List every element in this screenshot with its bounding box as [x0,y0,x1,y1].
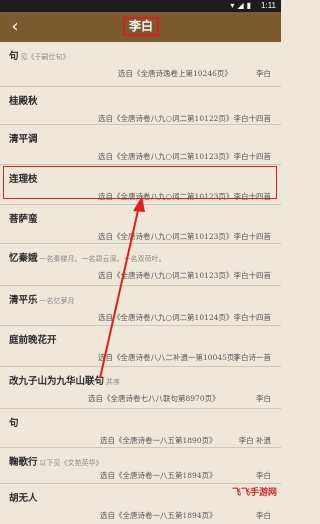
poem-title: 胡无人 [9,493,38,504]
battery-icon: ▮ [246,1,251,10]
poem-source: 选自《全唐诗卷一八五第1894页》 [100,511,217,520]
poem-item[interactable]: 桂殿秋 选自《全唐诗卷八九○词二第10122页》 李白十四首 [0,87,281,125]
poem-author: 李白十四首 [233,192,272,201]
poem-source: 选自《全唐诗卷八九○词二第10122页》 [98,114,234,123]
poem-title: 庭前晚花开 [9,335,57,346]
poem-item[interactable]: 清平乐 一名忆萝月 选自《全唐诗卷八九○词二第10124页》 李白十四首 [0,286,281,326]
poem-title: 句见《于嗣仕句》 [9,51,70,62]
poem-title: 连理枝 [9,174,38,185]
watermark-logo: 飞飞手游网 [231,488,277,498]
poem-author: 李白 [256,471,271,480]
poem-source: 选自《全唐诗卷八九○词二第10123页》 [98,152,234,161]
app-header: ‹ 李白 [0,12,281,42]
poem-author: 李白 补遗 [238,436,271,445]
poem-title: 句 [9,418,19,429]
poem-source: 选自《全唐诗卷一八五第1890页》 [100,436,217,445]
poem-title: 改九子山为九华山联句 并序 [9,376,121,387]
poem-item[interactable]: 鞠歌行 以下见《文苑英华》 选自《全唐诗卷一八五第1894页》 李白 [0,448,281,484]
poem-source: 选自《全唐诗卷八九○词二第10123页》 [98,232,234,241]
poem-title: 桂殿秋 [9,96,38,107]
poem-source: 选自《全唐诗卷八九○词二第10123页》 [98,271,234,280]
poem-title: 菩萨蛮 [9,214,38,225]
poem-source: 选自《全唐诗卷一八五第1894页》 [100,471,217,480]
poem-source: 选自《全唐诗卷八八二补遗一第10045页》 [98,353,242,362]
back-chevron-icon[interactable]: ‹ [5,15,25,39]
poem-item[interactable]: 忆秦娥 一名秦楼月。一名碧云深。一名双荷叶。 选自《全唐诗卷八九○词二第10123… [0,244,281,286]
poem-item[interactable]: 句见《于嗣仕句》 选自《全唐诗逸卷上第10246页》 李白 [0,42,281,87]
poem-author: 李白 [256,511,271,520]
poem-title: 鞠歌行 以下见《文苑英华》 [9,457,103,468]
poem-item[interactable]: 改九子山为九华山联句 并序 选自《全唐诗卷七八八联句第8970页》 李白 [0,367,281,409]
poem-author: 李白诗一首 [233,353,272,362]
poem-author: 李白十四首 [233,271,272,280]
status-time: 1:11 [261,1,276,10]
poem-note: 一名秦楼月。一名碧云深。一名双荷叶。 [39,255,166,263]
poem-item[interactable]: 句 选自《全唐诗卷一八五第1890页》 李白 补遗 [0,409,281,448]
poem-title: 清平调 [9,134,38,145]
poem-author: 李白十四首 [233,232,272,241]
poem-source: 选自《全唐诗卷八九○词二第10124页》 [98,313,234,322]
signal-icon: ◢ [237,1,244,10]
poem-source: 选自《全唐诗逸卷上第10246页》 [118,69,232,78]
poem-note: 一名忆萝月 [39,297,75,305]
poem-note: 见《于嗣仕句》 [20,53,70,61]
poem-source: 选自《全唐诗卷七八八联句第8970页》 [88,394,220,403]
poem-author: 李白十四首 [233,313,272,322]
page-title: 李白 [123,17,159,36]
wifi-icon: ▾ [230,1,235,10]
poem-item[interactable]: 清平调 选自《全唐诗卷八九○词二第10123页》 李白十四首 [0,125,281,165]
status-icons: ▾ ◢ ▮ [230,1,251,10]
poem-item[interactable]: 庭前晚花开 选自《全唐诗卷八八二补遗一第10045页》 李白诗一首 [0,326,281,367]
poem-author: 李白十四首 [233,152,272,161]
poem-note: 以下见《文苑英华》 [39,459,103,467]
poem-source: 选自《全唐诗卷八九○词二第10123页》 [98,192,234,201]
poem-author: 李白十四首 [233,114,272,123]
poem-author: 李白 [256,394,271,403]
poem-title: 清平乐 一名忆萝月 [9,295,75,306]
poem-note: 并序 [106,378,121,386]
status-bar: ▾ ◢ ▮ 1:11 [0,0,281,12]
poem-title: 忆秦娥 一名秦楼月。一名碧云深。一名双荷叶。 [9,253,166,264]
poem-item[interactable]: 连理枝 选自《全唐诗卷八九○词二第10123页》 李白十四首 [0,165,281,205]
poem-item[interactable]: 菩萨蛮 选自《全唐诗卷八九○词二第10123页》 李白十四首 [0,205,281,244]
poem-author: 李白 [256,69,271,78]
